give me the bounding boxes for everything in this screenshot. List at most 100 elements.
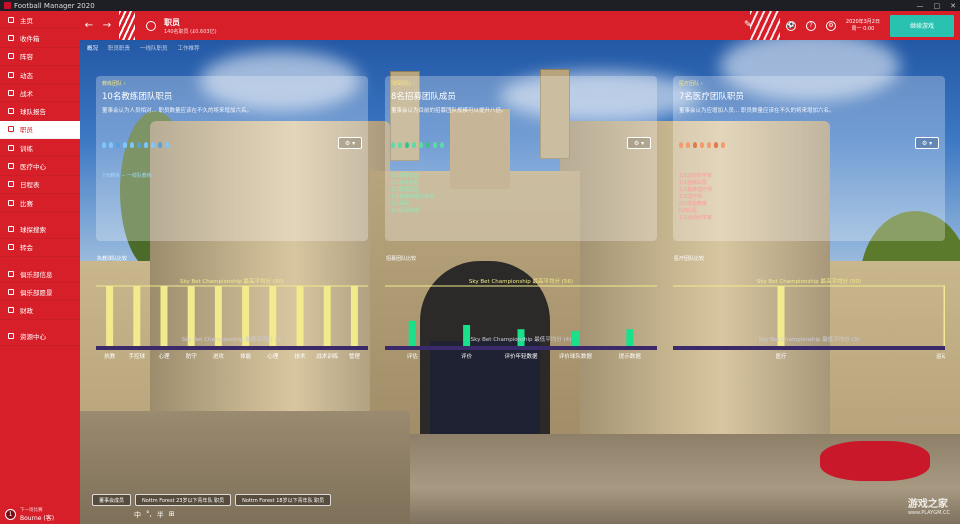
window-title: Football Manager 2020 (14, 1, 95, 10)
chart-bar (323, 286, 331, 346)
coaching-link[interactable]: 教练团队 › (102, 80, 362, 87)
related-links: 董事会成员 Nottm Forest 23岁以下青年队 职员 Nottm For… (92, 494, 332, 506)
staff-dot (116, 142, 120, 148)
watermark-text: 游戏之家 (907, 499, 948, 510)
chart-category-label: 防守 (186, 352, 198, 360)
tab-overview[interactable]: 概况 (87, 44, 98, 52)
top-header: ← → 职员 140名职员 (£0.603亿) ✎ ⚽ ? ⚙ 2020年3月2… (80, 11, 960, 40)
medical-icon (8, 163, 14, 170)
board-members-link[interactable]: 董事会成员 (92, 494, 132, 506)
maximize-button[interactable]: □ (934, 2, 941, 10)
sidebar-item-squad[interactable]: 阵容 (0, 48, 80, 66)
sidebar-item-dynamics[interactable]: 动态 (0, 66, 80, 85)
chart-subtitle: Sky Bet Championship 最低平均分 (3) (759, 335, 860, 343)
continue-button[interactable]: 继续游戏 (890, 14, 954, 37)
search-icon[interactable] (146, 20, 156, 31)
sidebar-item-staff[interactable]: 职员 (0, 120, 80, 140)
u18-staff-link[interactable]: Nottm Forest 18岁以下青年队 职员 (235, 494, 332, 506)
watermark: 游戏之家 www.PLAYGM.CC (908, 495, 950, 516)
squad-icon (8, 53, 14, 60)
report-icon (8, 108, 14, 115)
chart-title: Sky Bet Championship 最高平均分 (50) (180, 277, 284, 285)
ime-punct[interactable]: °, (146, 510, 152, 520)
next-match[interactable]: 1 下一场比赛 Bourne (客) (0, 504, 80, 524)
staff-dot (426, 142, 430, 148)
subtabs: 概况 职员职责 一线队职员 工作推荐 (87, 44, 200, 52)
ime-mode[interactable]: 中 (134, 510, 141, 520)
chart-bar (160, 286, 168, 346)
staff-dot (109, 142, 113, 148)
recruitment-chart-svg: Sky Bet Championship 最高平均分 (56) 评估 评价 评价年轻数… (385, 277, 657, 360)
min-average-bar (673, 346, 945, 350)
sidebar-item-scouting[interactable]: 球探搜索 (0, 220, 80, 239)
sidebar-item-finances[interactable]: 财政 (0, 301, 80, 320)
staff-dot (679, 142, 683, 148)
sidebar-item-club-info[interactable]: 俱乐部信息 (0, 265, 80, 284)
staff-dot (440, 142, 444, 148)
coaching-desc: 董事会认为人员相对... 职员数量应该在不久的将来增加六名。 (102, 108, 252, 114)
hub-icon (8, 333, 14, 340)
sidebar-item-calendar[interactable]: 日程表 (0, 176, 80, 194)
sidebar-item-tactics[interactable]: 战术 (0, 84, 80, 103)
recruitment-options-button[interactable]: ⚙ ▾ (627, 137, 651, 149)
tab-responsibilities[interactable]: 职员职责 (108, 44, 130, 52)
watermark-sub: www.PLAYGM.CC (907, 510, 950, 516)
back-arrow-icon[interactable]: ← (80, 20, 98, 31)
minimize-button[interactable]: — (917, 2, 924, 10)
recruitment-chart-label: 招募团队比较 (386, 256, 417, 262)
help-icon[interactable]: ? (805, 20, 816, 31)
coaching-title: 10名教练团队职员 (102, 92, 173, 102)
min-average-bar (385, 346, 657, 350)
staff-dot (721, 142, 725, 148)
sidebar-item-hub[interactable]: 资源中心 (0, 328, 80, 347)
staff-dot (137, 142, 141, 148)
staff-dot (102, 142, 106, 148)
sidebar-item-club-vision[interactable]: 俱乐部愿景 (0, 283, 80, 302)
sidebar-item-training[interactable]: 训练 (0, 139, 80, 158)
recruitment-panel: 球探团队 › 8名招募团队成员 董事会认为目前的招募团队规模可以提升八倍。 ⚙ … (385, 76, 657, 241)
chart-bar (106, 286, 114, 346)
sidebar-item-inbox[interactable]: 收件箱 (0, 29, 80, 48)
medical-link[interactable]: 医疗团队 › (679, 80, 939, 87)
staff-dot (123, 142, 127, 148)
coaching-options-button[interactable]: ⚙ ▾ (338, 137, 362, 149)
medical-title: 7名医疗团队职员 (679, 92, 744, 102)
sidebar-item-home[interactable]: 主页 (0, 11, 80, 30)
coaching-chart-label: 执教球队比较 (97, 256, 128, 262)
staff-dot (433, 142, 437, 148)
chart-bar (463, 325, 471, 346)
tactics-icon (8, 89, 14, 96)
next-match-caption: 下一场比赛 (20, 507, 43, 513)
settings-gear-icon[interactable]: ⚙ (825, 20, 836, 31)
club-crest-icon[interactable]: ⚽ (785, 20, 796, 31)
chart-category-label: 评价球队数据 (559, 352, 593, 360)
coaching-list: 7/6教练 -- 一线队教练 (102, 173, 152, 179)
chart-bar (943, 286, 945, 346)
transfer-icon (8, 244, 14, 251)
recruitment-link[interactable]: 球探团队 › (391, 80, 651, 87)
ime-width[interactable]: 半 (157, 510, 164, 520)
club-vision-icon (8, 288, 14, 295)
sidebar-item-report[interactable]: 球队报告 (0, 102, 80, 121)
recruitment-staff-dots (391, 142, 444, 148)
tab-first-team-staff[interactable]: 一线队职员 (140, 44, 168, 52)
u23-staff-link[interactable]: Nottm Forest 23岁以下青年队 职员 (135, 494, 232, 506)
sidebar-item-transfers[interactable]: 转会 (0, 239, 80, 257)
sidebar-item-medical[interactable]: 医疗中心 (0, 157, 80, 176)
window-titlebar: Football Manager 2020 — □ ✕ (0, 0, 960, 11)
ime-grid-icon[interactable]: ⊞ (169, 510, 175, 520)
home-icon (8, 16, 14, 23)
forward-arrow-icon[interactable]: → (98, 20, 116, 31)
sidebar-item-competitions[interactable]: 比赛 (0, 194, 80, 213)
medical-list: 1/1运动科学家 1/1首席队医 1/1首席理疗师 1/1理疗师 0/1体能教练 0/0队… (679, 173, 713, 221)
ime-toolbar[interactable]: 中 °, 半 ⊞ (134, 510, 175, 520)
medical-options-button[interactable]: ⚙ ▾ (915, 137, 939, 149)
staff-dot (686, 142, 690, 148)
close-button[interactable]: ✕ (950, 2, 956, 10)
game-date: 2020年3月2日 周一 0:00 (846, 19, 880, 32)
tab-job-recommendations[interactable]: 工作推荐 (178, 44, 200, 52)
finance-icon (8, 307, 14, 314)
scouting-icon (8, 225, 14, 232)
chart-title: Sky Bet Championship 最高平均分 (56) (469, 277, 573, 285)
next-match-badge: 1 (5, 508, 16, 520)
